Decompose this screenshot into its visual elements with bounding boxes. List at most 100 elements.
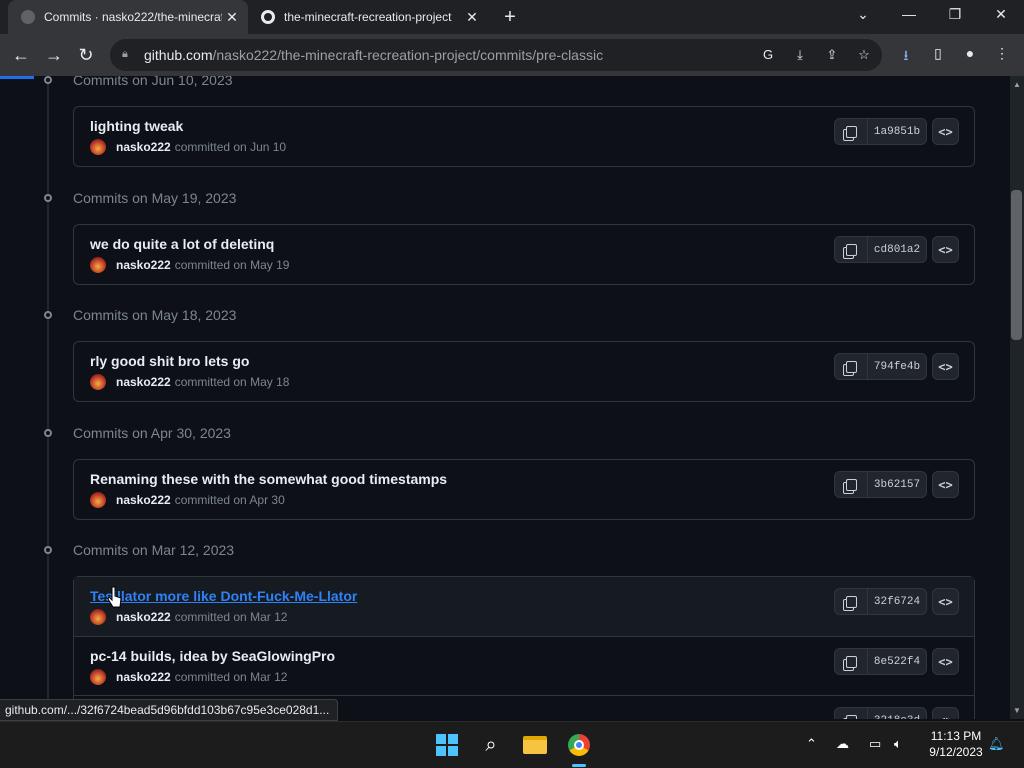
- commit-row: Renaming these with the somewhat good ti…: [74, 460, 974, 519]
- tab-project[interactable]: the-minecraft-recreation-project ✕: [248, 0, 488, 34]
- commits-page: Commits on Jun 10, 2023 lighting tweak n…: [0, 76, 1010, 719]
- search-icon[interactable]: ⌕: [476, 730, 506, 760]
- commit-message[interactable]: Tesillator more like Dont-Fuck-Me-Llator: [90, 588, 357, 604]
- browse-code-icon[interactable]: <>: [932, 707, 959, 719]
- plus-icon[interactable]: +: [498, 6, 522, 29]
- copy-icon[interactable]: [835, 119, 868, 144]
- sha-button[interactable]: 8e522f4: [868, 649, 926, 674]
- commit-row: we do quite a lot of deletinq nasko222 co…: [74, 225, 974, 284]
- browse-code-icon[interactable]: <>: [932, 588, 959, 615]
- author-link[interactable]: nasko222: [116, 670, 171, 684]
- share-icon[interactable]: ⇪: [824, 47, 840, 63]
- tab-strip: Commits · nasko222/the-minecraft-recreat…: [0, 0, 1024, 34]
- reload-icon[interactable]: ↻: [75, 44, 97, 66]
- copy-icon[interactable]: [835, 472, 868, 497]
- avatar[interactable]: [90, 374, 106, 390]
- volume-muted-icon[interactable]: 🔈︎: [894, 736, 902, 752]
- tab-title: the-minecraft-recreation-project: [284, 10, 452, 24]
- scroll-up-icon[interactable]: ▲: [1010, 78, 1024, 92]
- author-link[interactable]: nasko222: [116, 375, 171, 389]
- scrollbar-thumb[interactable]: [1011, 190, 1022, 340]
- google-icon[interactable]: G: [760, 47, 776, 63]
- commit-time: committed on Mar 12: [174, 670, 288, 684]
- address-bar[interactable]: 🔒︎ github.com/nasko222/the-minecraft-rec…: [110, 39, 882, 71]
- commit-list: rly good shit bro lets go nasko222 commit…: [73, 341, 975, 402]
- avatar[interactable]: [90, 139, 106, 155]
- notification-bell-icon[interactable]: 🔔︎: [988, 736, 1005, 752]
- windows-start-icon[interactable]: [432, 730, 462, 760]
- commit-message[interactable]: pc-14 builds, idea by SeaGlowingPro: [90, 648, 335, 664]
- author-link[interactable]: nasko222: [116, 258, 171, 272]
- lock-icon: 🔒︎: [122, 48, 128, 60]
- sha-button[interactable]: 3b62157: [868, 472, 926, 497]
- restore-icon[interactable]: ❐: [943, 6, 967, 23]
- sha-button[interactable]: 32f6724: [868, 589, 926, 614]
- download-icon[interactable]: ⭳: [896, 45, 916, 65]
- sha-button[interactable]: 1a9851b: [868, 119, 926, 144]
- star-icon[interactable]: ☆: [856, 47, 872, 63]
- commit-list: we do quite a lot of deletinq nasko222 co…: [73, 224, 975, 285]
- back-icon[interactable]: ←: [10, 44, 32, 66]
- scrollbar[interactable]: [1010, 76, 1024, 719]
- sha-button[interactable]: 3218c3d: [868, 708, 926, 720]
- active-app-indicator: [572, 764, 586, 767]
- timeline-line: [47, 76, 49, 719]
- copy-icon[interactable]: [835, 649, 868, 674]
- close-icon[interactable]: ✕: [462, 9, 482, 26]
- sha-button[interactable]: cd801a2: [868, 237, 926, 262]
- commit-time: committed on May 18: [174, 375, 290, 389]
- github-icon: [260, 9, 276, 25]
- commit-row: lighting tweak nasko222 committed on Jun …: [74, 107, 974, 166]
- copy-icon[interactable]: [835, 237, 868, 262]
- window-close-icon[interactable]: ✕: [989, 6, 1013, 23]
- forward-icon[interactable]: →: [43, 44, 65, 66]
- file-explorer-icon[interactable]: [520, 730, 550, 760]
- cursor-icon: [108, 586, 122, 608]
- side-panel-icon[interactable]: ▯: [928, 45, 948, 65]
- commit-time: committed on Mar 12: [174, 610, 288, 624]
- commit-message[interactable]: Renaming these with the somewhat good ti…: [90, 471, 447, 487]
- copy-icon[interactable]: [835, 589, 868, 614]
- chevron-down-icon[interactable]: ⌄: [851, 6, 875, 23]
- progress-bar: [0, 76, 34, 79]
- commit-time: committed on May 19: [174, 258, 290, 272]
- close-icon[interactable]: ✕: [222, 9, 242, 26]
- browser-toolbar: ← → ↻ 🔒︎ github.com/nasko222/the-minecra…: [0, 34, 1024, 76]
- scroll-down-icon[interactable]: ▼: [1010, 704, 1024, 718]
- browse-code-icon[interactable]: <>: [932, 648, 959, 675]
- network-icon[interactable]: ▭: [869, 736, 881, 752]
- commit-message[interactable]: rly good shit bro lets go: [90, 353, 249, 369]
- url-text: github.com/nasko222/the-minecraft-recrea…: [144, 47, 604, 63]
- avatar[interactable]: [90, 609, 106, 625]
- commit-list: Tesillator more like Dont-Fuck-Me-Llator…: [73, 576, 975, 719]
- author-link[interactable]: nasko222: [116, 140, 171, 154]
- author-link[interactable]: nasko222: [116, 610, 171, 624]
- install-icon[interactable]: ⤓: [792, 47, 808, 63]
- link-status-bar: github.com/.../32f6724bead5d96bfdd103b67…: [0, 699, 339, 721]
- avatar[interactable]: [90, 257, 106, 273]
- browse-code-icon[interactable]: <>: [932, 471, 959, 498]
- chevron-up-icon[interactable]: ⌃: [806, 736, 817, 752]
- onedrive-icon[interactable]: ☁: [836, 736, 849, 752]
- minimize-icon[interactable]: —: [897, 6, 921, 22]
- chrome-icon[interactable]: [564, 730, 594, 760]
- sha-button[interactable]: 794fe4b: [868, 354, 926, 379]
- menu-icon[interactable]: ⋮: [992, 45, 1012, 65]
- avatar[interactable]: [90, 492, 106, 508]
- tab-commits[interactable]: Commits · nasko222/the-minecraft-recreat…: [8, 0, 248, 34]
- system-clock[interactable]: 11:13 PM 9/12/2023: [918, 728, 994, 760]
- commit-row: rly good shit bro lets go nasko222 commit…: [74, 342, 974, 401]
- avatar[interactable]: [90, 669, 106, 685]
- commit-message[interactable]: lighting tweak: [90, 118, 183, 134]
- copy-icon[interactable]: [835, 354, 868, 379]
- commit-message[interactable]: we do quite a lot of deletinq: [90, 236, 274, 252]
- browse-code-icon[interactable]: <>: [932, 236, 959, 263]
- browse-code-icon[interactable]: <>: [932, 118, 959, 145]
- commit-list: lighting tweak nasko222 committed on Jun …: [73, 106, 975, 167]
- commit-row: Tesillator more like Dont-Fuck-Me-Llator…: [74, 577, 974, 636]
- browse-code-icon[interactable]: <>: [932, 353, 959, 380]
- copy-icon[interactable]: [835, 708, 868, 719]
- author-link[interactable]: nasko222: [116, 493, 171, 507]
- commit-list: Renaming these with the somewhat good ti…: [73, 459, 975, 520]
- profile-icon[interactable]: ●: [960, 45, 980, 65]
